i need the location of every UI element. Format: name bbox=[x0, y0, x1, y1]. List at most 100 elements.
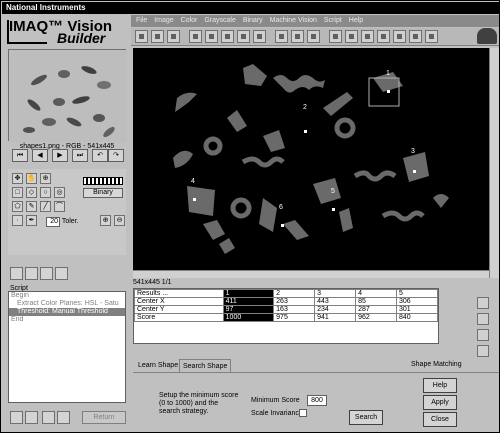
image-navigation: ⏮ ◀ ▶ ⏭ ↶ ↷ bbox=[8, 149, 126, 163]
tolerance-control: 20 Toler. bbox=[46, 217, 79, 227]
annulus-icon[interactable]: ◎ bbox=[54, 187, 65, 198]
result-col-5[interactable]: 5 bbox=[396, 289, 438, 298]
menu-file[interactable]: File bbox=[136, 15, 147, 27]
move-down-icon[interactable] bbox=[57, 411, 70, 424]
point-icon[interactable]: · bbox=[12, 215, 23, 226]
close-button[interactable]: Close bbox=[423, 412, 457, 427]
save-icon[interactable] bbox=[151, 30, 164, 43]
image-horizontal-scrollbar[interactable] bbox=[133, 270, 489, 278]
tolerance-label: Toler. bbox=[61, 218, 79, 225]
export-icon[interactable] bbox=[477, 297, 489, 309]
open-icon[interactable] bbox=[135, 30, 148, 43]
overlay-icon[interactable] bbox=[393, 30, 406, 43]
script-item-begin[interactable]: Begin bbox=[9, 292, 125, 300]
roi-tools: ✥ ✋ ⊕ □ ◇ ○ ◎ ⬠ ✎ ╱ ⌒ · ✒ Binary 20 Tole… bbox=[8, 169, 126, 255]
result-col-1[interactable]: 1 bbox=[222, 289, 275, 298]
table-cell: 840 bbox=[396, 313, 438, 322]
zoom-tool-icon[interactable]: ⊕ bbox=[40, 173, 51, 184]
broken-line-icon[interactable]: ⌒ bbox=[54, 201, 65, 212]
shape-match-icon[interactable] bbox=[361, 30, 374, 43]
line-icon[interactable]: ╱ bbox=[40, 201, 51, 212]
move-up-icon[interactable] bbox=[42, 411, 55, 424]
image-display[interactable]: 1 2 3 4 5 6 bbox=[133, 48, 489, 270]
menu-script[interactable]: Script bbox=[324, 15, 342, 27]
return-button[interactable]: Return bbox=[82, 411, 126, 424]
pointer-icon[interactable]: ✥ bbox=[12, 173, 23, 184]
tab-learn-shape[interactable]: Learn Shape bbox=[135, 359, 181, 372]
search-button[interactable]: Search bbox=[349, 410, 383, 425]
pattern-match-icon[interactable] bbox=[345, 30, 358, 43]
first-image-button[interactable]: ⏮ bbox=[12, 149, 28, 162]
caliper-icon[interactable] bbox=[377, 30, 390, 43]
apply-button[interactable]: Apply bbox=[423, 395, 457, 410]
tolerance-field[interactable]: 20 bbox=[46, 217, 60, 227]
result-col-2[interactable]: 2 bbox=[273, 289, 316, 298]
measure-icon[interactable] bbox=[307, 30, 320, 43]
help-button[interactable]: Help bbox=[423, 378, 457, 393]
save-script-icon[interactable] bbox=[40, 267, 53, 280]
open-script-icon[interactable] bbox=[25, 267, 38, 280]
line-profile-icon[interactable] bbox=[291, 30, 304, 43]
clear-icon[interactable] bbox=[477, 313, 489, 325]
run-script-icon[interactable] bbox=[10, 411, 23, 424]
binary-tool-icon[interactable] bbox=[237, 30, 250, 43]
image-thumbnail[interactable] bbox=[8, 49, 127, 142]
print-icon[interactable] bbox=[167, 30, 180, 43]
rectangle-icon[interactable]: □ bbox=[12, 187, 23, 198]
results-header-row: Results ... 1 2 3 4 5 bbox=[134, 289, 438, 298]
script-bottom-bar: Return bbox=[8, 411, 126, 425]
palette-bar bbox=[83, 177, 123, 185]
zoom-in-icon[interactable]: ⊕ bbox=[100, 215, 111, 226]
report-icon[interactable] bbox=[477, 345, 489, 357]
script-item-threshold[interactable]: Threshold: Manual Threshold bbox=[9, 308, 125, 316]
next-image-button[interactable]: ▶ bbox=[52, 149, 68, 162]
back-icon[interactable] bbox=[425, 30, 438, 43]
menu-binary[interactable]: Binary bbox=[243, 15, 263, 27]
script-list: Begin Extract Color Planes: HSL - Satu T… bbox=[8, 291, 126, 403]
histogram-icon[interactable] bbox=[275, 30, 288, 43]
script-properties-icon[interactable] bbox=[55, 267, 68, 280]
table-cell: 263 bbox=[273, 297, 316, 306]
row-label: Score bbox=[134, 313, 224, 322]
image-vertical-scrollbar[interactable] bbox=[489, 48, 499, 278]
table-cell: 287 bbox=[355, 305, 398, 314]
palette-select[interactable]: Binary bbox=[83, 188, 123, 198]
previous-image-button[interactable]: ◀ bbox=[32, 149, 48, 162]
freehand-icon[interactable]: ✎ bbox=[26, 201, 37, 212]
menu-color[interactable]: Color bbox=[181, 15, 198, 27]
step-script-icon[interactable] bbox=[25, 411, 38, 424]
result-col-3[interactable]: 3 bbox=[314, 289, 357, 298]
match-point-4 bbox=[193, 198, 196, 201]
match-point-3 bbox=[413, 170, 416, 173]
undo-button[interactable]: ↶ bbox=[92, 149, 108, 162]
menu-image[interactable]: Image bbox=[154, 15, 173, 27]
script-item-end[interactable]: End bbox=[9, 316, 125, 324]
eyedropper-icon[interactable]: ✒ bbox=[26, 215, 37, 226]
oval-icon[interactable]: ○ bbox=[40, 187, 51, 198]
pan-icon[interactable]: ✋ bbox=[26, 173, 37, 184]
image-tool-icon[interactable] bbox=[189, 30, 202, 43]
result-col-4[interactable]: 4 bbox=[355, 289, 398, 298]
edge-detect-icon[interactable] bbox=[329, 30, 342, 43]
menu-help[interactable]: Help bbox=[349, 15, 363, 27]
min-score-field[interactable]: 800 bbox=[307, 395, 327, 406]
clamp-icon[interactable] bbox=[409, 30, 422, 43]
match-marker-3: 3 bbox=[411, 148, 415, 155]
tab-search-shape[interactable]: Search Shape bbox=[179, 359, 232, 372]
redo-button[interactable]: ↷ bbox=[108, 149, 124, 162]
new-script-icon[interactable] bbox=[10, 267, 23, 280]
copy-icon[interactable] bbox=[477, 329, 489, 341]
menu-grayscale[interactable]: Grayscale bbox=[204, 15, 236, 27]
zoom-out-icon[interactable]: ⊖ bbox=[114, 215, 125, 226]
grayscale-tool-icon[interactable] bbox=[221, 30, 234, 43]
table-cell: 411 bbox=[222, 297, 275, 306]
scale-invariance-checkbox[interactable] bbox=[299, 409, 307, 417]
script-item-extract-color[interactable]: Extract Color Planes: HSL - Satu bbox=[9, 300, 125, 308]
last-image-button[interactable]: ⏭ bbox=[72, 149, 88, 162]
color-tool-icon[interactable] bbox=[205, 30, 218, 43]
rotated-rect-icon[interactable]: ◇ bbox=[26, 187, 37, 198]
panel-title: Shape Matching bbox=[411, 361, 462, 368]
filter-tool-icon[interactable] bbox=[253, 30, 266, 43]
polygon-icon[interactable]: ⬠ bbox=[12, 201, 23, 212]
menu-machine-vision[interactable]: Machine Vision bbox=[270, 15, 317, 27]
